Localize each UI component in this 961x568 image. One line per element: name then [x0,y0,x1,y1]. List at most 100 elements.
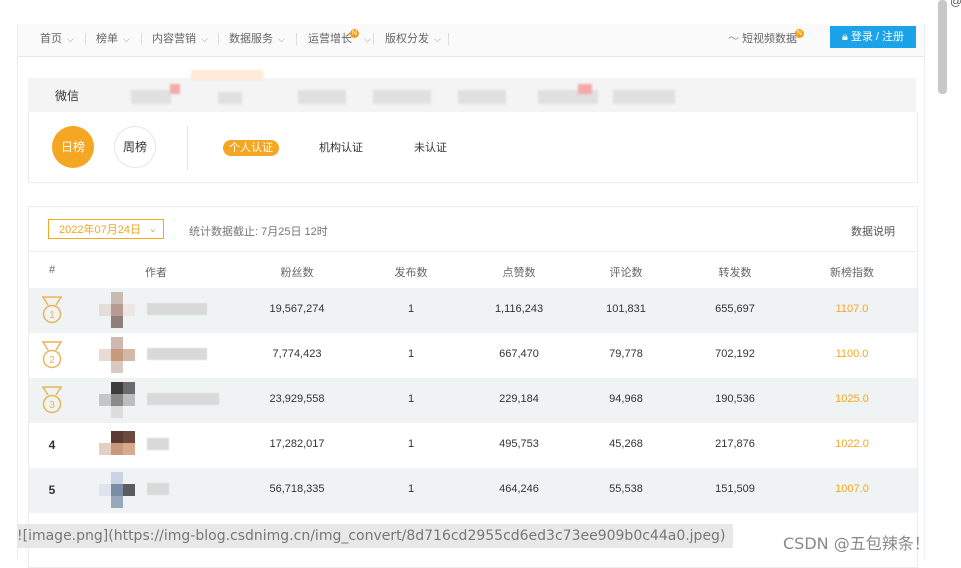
day-rank-button[interactable]: 日榜 [52,126,94,168]
blurred-tab [191,70,263,80]
data-description-link[interactable]: 数据说明 [851,223,895,239]
newrank-index: 1007.0 [835,483,869,495]
fans-count: 19,567,274 [269,303,325,315]
column-header: # [48,264,56,276]
nav-item-growth[interactable]: 运营增长N⌵ [308,29,371,49]
author-name[interactable] [147,438,169,450]
chevron-down-icon: ⌵ [278,34,285,44]
column-header: 评论数 [609,267,643,279]
posts-count: 1 [407,348,415,360]
comments-count: 101,831 [606,303,646,315]
blurred-tab[interactable] [458,90,506,104]
newrank-index: 1100.0 [835,348,869,360]
author-name[interactable] [147,348,207,360]
author-name[interactable] [147,483,169,495]
login-register-button[interactable]: 🔒︎ 登录 / 注册 [830,26,916,48]
likes-count: 667,470 [499,348,539,360]
stat-cutoff-note: 统计数据截止: 7月25日 12时 [189,226,328,238]
table-header: # 作者 粉丝数 发布数 点赞数 评论数 转发数 新榜指数 [29,251,917,288]
chevron-down-icon: ⌄ [148,224,157,235]
author-name[interactable] [147,393,219,405]
chevron-down-icon: ⌵ [364,34,371,44]
blurred-tab[interactable] [218,92,242,104]
nav-item-rankings[interactable]: 榜单 ⌵ [96,29,130,49]
date-picker[interactable]: 2022年07月24日 ⌄ [48,219,164,239]
corner-icon: @ [950,0,961,8]
table-row[interactable]: 1 19,567,274 1 1,116,243 101,831 655,697… [29,288,917,333]
nav-item-copyright[interactable]: 版权分发 ⌵ [385,29,441,49]
top-nav: 首页 ⌵ 榜单 ⌵ 内容营销 ⌵ 数据服务 ⌵ 运营增长N⌵ 版权分发 ⌵ 〜 短视频数据… [18,24,924,57]
fans-count: 56,718,335 [269,483,325,495]
likes-count: 229,184 [499,393,539,405]
author-name[interactable] [147,303,207,315]
avatar[interactable] [99,337,135,373]
nav-item-data-services[interactable]: 数据服务 ⌵ [229,29,285,49]
nav-item-content-marketing[interactable]: 内容营销 ⌵ [152,29,208,49]
short-video-data-link[interactable]: 〜 短视频数据N [728,29,805,49]
new-badge: N [350,29,359,38]
scrollbar-thumb[interactable] [938,0,947,94]
shares-count: 655,697 [715,303,755,315]
likes-count: 464,246 [499,483,539,495]
filter-personal-cert[interactable]: 个人认证 [223,140,279,156]
silver-medal-icon: 2 [42,341,62,369]
table-row[interactable]: 3 23,929,558 1 229,184 94,968 190,536 10… [29,378,917,423]
nav-divider [373,33,374,45]
lock-icon: 🔒︎ [841,31,848,43]
blurred-tab[interactable] [373,90,431,104]
filter-divider [187,126,188,170]
posts-count: 1 [407,438,415,450]
shares-count: 702,192 [715,348,755,360]
platform-tab-wechat[interactable]: 微信 [55,87,79,104]
bronze-medal-icon: 3 [42,386,62,414]
medal-rank-number: 1 [49,310,55,321]
posts-count: 1 [407,303,415,315]
shares-count: 190,536 [715,393,755,405]
avatar[interactable] [99,292,135,328]
chevron-down-icon: ⌵ [67,34,74,44]
blurred-tab[interactable] [131,90,171,104]
avatar[interactable] [99,382,135,418]
comments-count: 79,778 [609,348,643,360]
medal-rank-number: 2 [49,355,55,366]
ranking-panel: 2022年07月24日 ⌄ 统计数据截止: 7月25日 12时 数据说明 # 作… [28,206,918,568]
markdown-image-text: ![image.png](https://img-blog.csdnimg.cn… [17,524,734,548]
csdn-watermark: CSDN @五包辣条！ [783,534,930,553]
blurred-tab [170,84,180,94]
table-row[interactable]: 5 56,718,335 1 464,246 55,538 151,509 10… [29,468,917,513]
chevron-down-icon: ⌵ [123,34,130,44]
nav-divider [141,33,142,45]
comments-count: 94,968 [609,393,643,405]
nav-divider [296,33,297,45]
trend-icon: 〜 [728,33,739,45]
new-badge: N [795,29,805,38]
likes-count: 1,116,243 [494,303,544,315]
blurred-tab[interactable] [298,90,346,104]
week-rank-button[interactable]: 周榜 [114,126,156,168]
fans-count: 17,282,017 [269,438,325,450]
avatar[interactable] [99,427,135,463]
filter-uncertified[interactable]: 未认证 [414,140,447,156]
comments-count: 55,538 [609,483,643,495]
shares-count: 151,509 [715,483,755,495]
nav-divider [218,33,219,45]
shares-count: 217,876 [715,438,755,450]
column-header: 转发数 [718,267,752,279]
page-container: 首页 ⌵ 榜单 ⌵ 内容营销 ⌵ 数据服务 ⌵ 运营增长N⌵ 版权分发 ⌵ 〜 短视频数据… [17,24,925,568]
rank-number: 5 [48,483,56,497]
table-row[interactable]: 4 17,282,017 1 495,753 45,268 217,876 10… [29,423,917,468]
column-header: 发布数 [394,267,428,279]
column-header: 点赞数 [502,267,536,279]
posts-count: 1 [407,483,415,495]
gold-medal-icon: 1 [42,296,62,324]
nav-item-home[interactable]: 首页 ⌵ [40,29,74,49]
filter-org-cert[interactable]: 机构认证 [319,140,363,156]
fans-count: 23,929,558 [269,393,325,405]
likes-count: 495,753 [499,438,539,450]
blurred-tab[interactable] [613,90,675,104]
newrank-index: 1022.0 [835,438,869,450]
table-row[interactable]: 2 7,774,423 1 667,470 79,778 702,192 110… [29,333,917,378]
column-header: 新榜指数 [830,267,874,279]
avatar[interactable] [99,472,135,508]
posts-count: 1 [407,393,415,405]
